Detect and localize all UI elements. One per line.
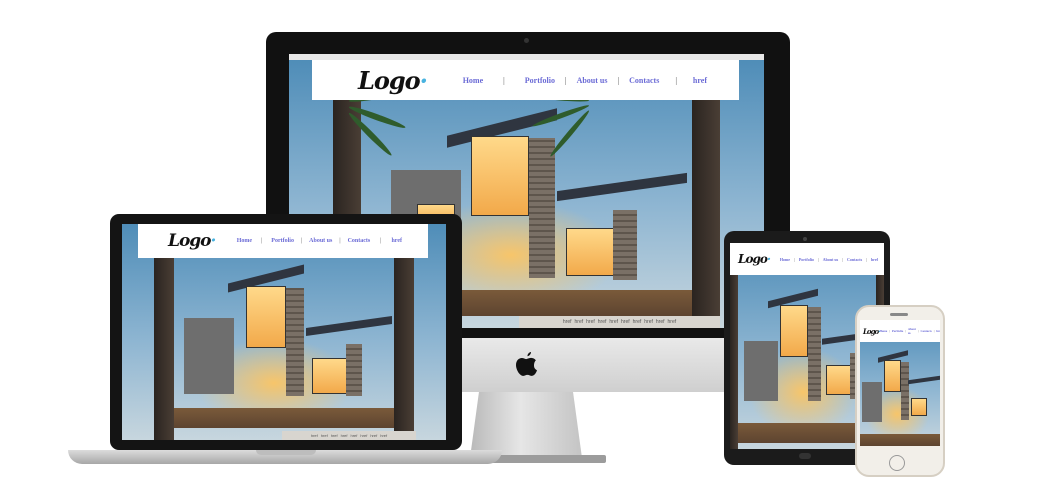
site-logo[interactable]: Logo· <box>358 66 428 95</box>
nav-link-contacts[interactable]: Contacts <box>348 238 371 244</box>
footer-link-strip: href href href href href href href href <box>282 431 416 440</box>
nav-link-home[interactable]: Home <box>237 238 252 244</box>
phone-home-button <box>889 455 905 471</box>
palm-tree <box>346 87 409 158</box>
nav-link-about[interactable]: About us <box>823 257 838 262</box>
footer-link-strip: href href href href href href href href href href <box>519 316 720 328</box>
apple-logo-icon <box>516 352 537 376</box>
site-navbar: Logo· Home | Portfolio | About us | Cont… <box>860 320 940 342</box>
nav-link-home[interactable]: Home <box>463 76 483 85</box>
tablet-camera <box>803 237 807 241</box>
nav-link-home[interactable]: Home <box>780 257 790 262</box>
laptop-notch <box>256 450 316 455</box>
nav-link-href[interactable]: href <box>391 238 402 244</box>
phone-speaker <box>890 313 908 316</box>
nav-link-contacts[interactable]: Contacts <box>847 257 862 262</box>
imac-stand <box>470 392 582 458</box>
nav-link-about[interactable]: About us <box>577 76 608 85</box>
site-logo[interactable]: Logo· <box>168 231 216 251</box>
tablet-home-button <box>799 453 811 459</box>
site-logo[interactable]: Logo· <box>738 252 771 266</box>
site-navbar: Logo· Home | Portfolio | About us | Cont… <box>730 243 884 275</box>
nav-link-portfolio[interactable]: Portfolio <box>271 238 294 244</box>
palm-tree <box>529 92 649 159</box>
nav-link-portfolio[interactable]: Portfolio <box>892 329 903 333</box>
site-navbar: Logo· Home | Portfolio | About us | Cont… <box>312 60 739 100</box>
imac-camera <box>524 38 529 43</box>
nav-link-contacts[interactable]: Contacts <box>629 76 659 85</box>
nav-link-contacts[interactable]: Contacts <box>920 329 931 333</box>
nav-link-about[interactable]: About us <box>309 238 332 244</box>
laptop-screen: Logo· Home | Portfolio | About us | Cont… <box>122 224 446 440</box>
site-logo[interactable]: Logo· <box>863 327 881 336</box>
house-image <box>174 258 394 428</box>
nav-link-portfolio[interactable]: Portfolio <box>799 257 814 262</box>
site-navbar: Logo· Home | Portfolio | About us | Cont… <box>138 224 428 258</box>
nav-link-about[interactable]: About us <box>908 327 916 335</box>
nav-link-href[interactable]: href <box>936 329 940 333</box>
phone-screen: Logo· Home | Portfolio | About us | Cont… <box>860 320 940 446</box>
nav-link-href[interactable]: href <box>871 257 878 262</box>
house-image <box>860 342 940 446</box>
nav-link-href[interactable]: href <box>693 76 707 85</box>
nav-link-portfolio[interactable]: Portfolio <box>525 76 555 85</box>
nav-link-home[interactable]: Home <box>880 329 888 333</box>
